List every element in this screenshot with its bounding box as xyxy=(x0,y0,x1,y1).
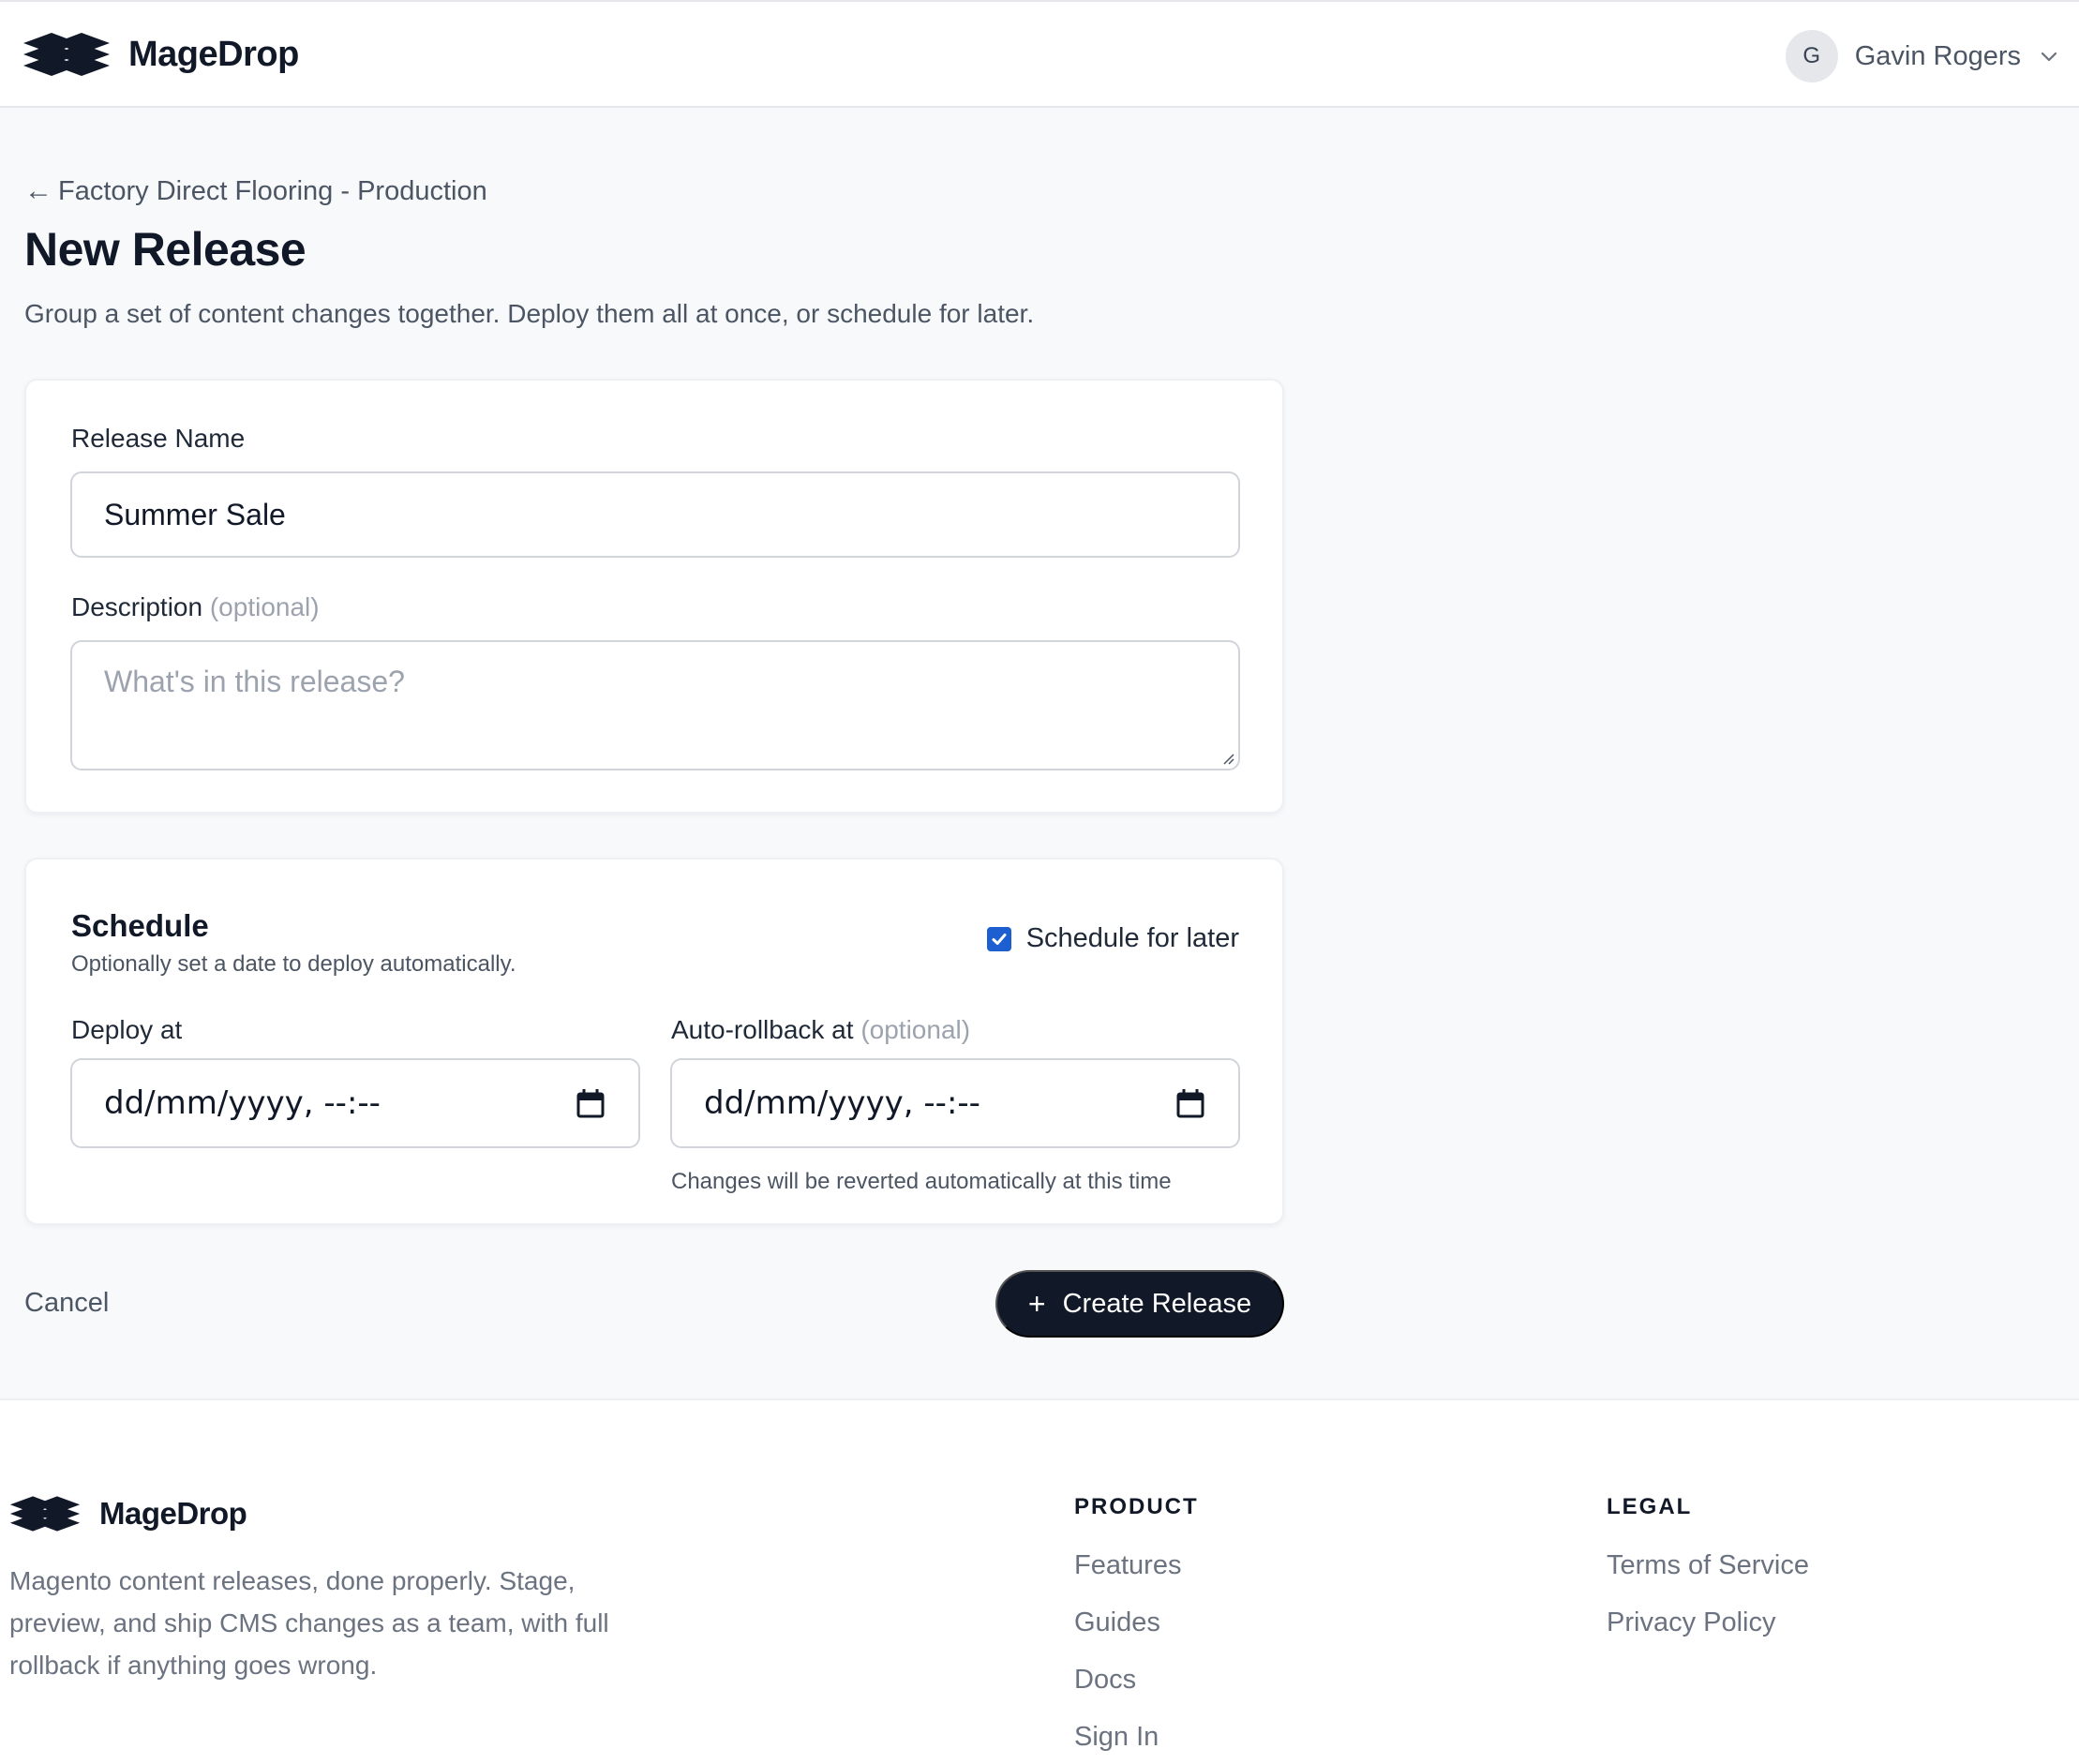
deploy-at-label: Deploy at xyxy=(71,1015,183,1044)
release-name-input[interactable]: Summer Sale xyxy=(70,471,1240,558)
auto-rollback-label-text: Auto-rollback at xyxy=(671,1015,854,1044)
avatar: G xyxy=(1785,30,1838,82)
auto-rollback-help-text: Changes will be reverted automatically a… xyxy=(671,1169,1172,1194)
deploy-at-input[interactable]: dd/mm/yyyy, --:-- xyxy=(70,1058,640,1148)
description-optional-hint: (optional) xyxy=(209,592,320,621)
checkmark-icon xyxy=(992,933,1007,945)
user-menu[interactable]: G Gavin Rogers xyxy=(1785,30,2060,82)
description-label-text: Description xyxy=(71,592,203,621)
magedrop-logo-icon xyxy=(9,1496,81,1532)
schedule-checkbox[interactable] xyxy=(986,926,1011,951)
footer: MageDrop Magento content releases, done … xyxy=(0,1398,2079,1764)
calendar-icon[interactable] xyxy=(1176,1088,1204,1118)
footer-legal-title: LEGAL xyxy=(1607,1494,1693,1519)
schedule-card: Schedule Optionally set a date to deploy… xyxy=(24,858,1284,1225)
schedule-checkbox-label: Schedule for later xyxy=(1025,923,1239,953)
brand-name: MageDrop xyxy=(128,34,299,74)
back-link[interactable]: ← Factory Direct Flooring - Production xyxy=(24,175,487,207)
create-release-label: Create Release xyxy=(1062,1288,1252,1319)
footer-tagline: Magento content releases, done properly.… xyxy=(9,1566,609,1680)
create-release-button[interactable]: + Create Release xyxy=(995,1270,1284,1338)
release-name-value: Summer Sale xyxy=(104,497,286,531)
top-navigation-bar: MageDrop G Gavin Rogers xyxy=(0,0,2079,108)
arrow-left-icon: ← xyxy=(24,175,52,206)
magedrop-logo-icon xyxy=(23,33,110,76)
auto-rollback-value: dd/mm/yyyy, --:-- xyxy=(704,1084,980,1122)
cancel-button[interactable]: Cancel xyxy=(24,1288,109,1319)
auto-rollback-optional-hint: (optional) xyxy=(860,1015,971,1044)
footer-brand-link[interactable]: MageDrop xyxy=(9,1494,247,1533)
footer-brand-name: MageDrop xyxy=(99,1496,247,1531)
footer-product-title: PRODUCT xyxy=(1074,1494,1199,1519)
auto-rollback-input[interactable]: dd/mm/yyyy, --:-- xyxy=(670,1058,1240,1148)
schedule-title: Schedule xyxy=(71,908,209,943)
schedule-subtitle: Optionally set a date to deploy automati… xyxy=(71,951,516,977)
page-subtitle: Group a set of content changes together.… xyxy=(24,299,1035,328)
description-label: Description (optional) xyxy=(71,592,320,622)
footer-link-docs[interactable]: Docs xyxy=(1074,1665,1199,1696)
page-title: New Release xyxy=(24,223,307,276)
footer-link-features[interactable]: Features xyxy=(1074,1550,1199,1581)
resize-handle-icon[interactable] xyxy=(1219,750,1234,765)
footer-legal-column: LEGAL Terms of Service Privacy Policy xyxy=(1607,1494,1809,1638)
calendar-icon[interactable] xyxy=(576,1088,605,1118)
footer-product-column: PRODUCT Features Guides Docs Sign In xyxy=(1074,1494,1199,1753)
description-textarea[interactable]: What's in this release? xyxy=(70,640,1240,770)
footer-link-privacy[interactable]: Privacy Policy xyxy=(1607,1607,1809,1638)
chevron-down-icon xyxy=(2041,52,2057,62)
deploy-at-value: dd/mm/yyyy, --:-- xyxy=(104,1084,381,1122)
user-name: Gavin Rogers xyxy=(1854,40,2021,71)
plus-icon: + xyxy=(1027,1286,1046,1321)
description-placeholder: What's in this release? xyxy=(104,665,405,698)
auto-rollback-label: Auto-rollback at (optional) xyxy=(671,1015,970,1045)
brand-logo-link[interactable]: MageDrop xyxy=(23,30,299,79)
footer-link-sign-in[interactable]: Sign In xyxy=(1074,1722,1199,1753)
footer-link-guides[interactable]: Guides xyxy=(1074,1607,1199,1638)
release-details-card: Release Name Summer Sale Description (op… xyxy=(24,379,1284,814)
release-name-label: Release Name xyxy=(71,424,246,453)
schedule-for-later-toggle[interactable]: Schedule for later xyxy=(986,923,1239,954)
back-link-label: Factory Direct Flooring - Production xyxy=(58,175,487,206)
footer-link-terms[interactable]: Terms of Service xyxy=(1607,1550,1809,1581)
